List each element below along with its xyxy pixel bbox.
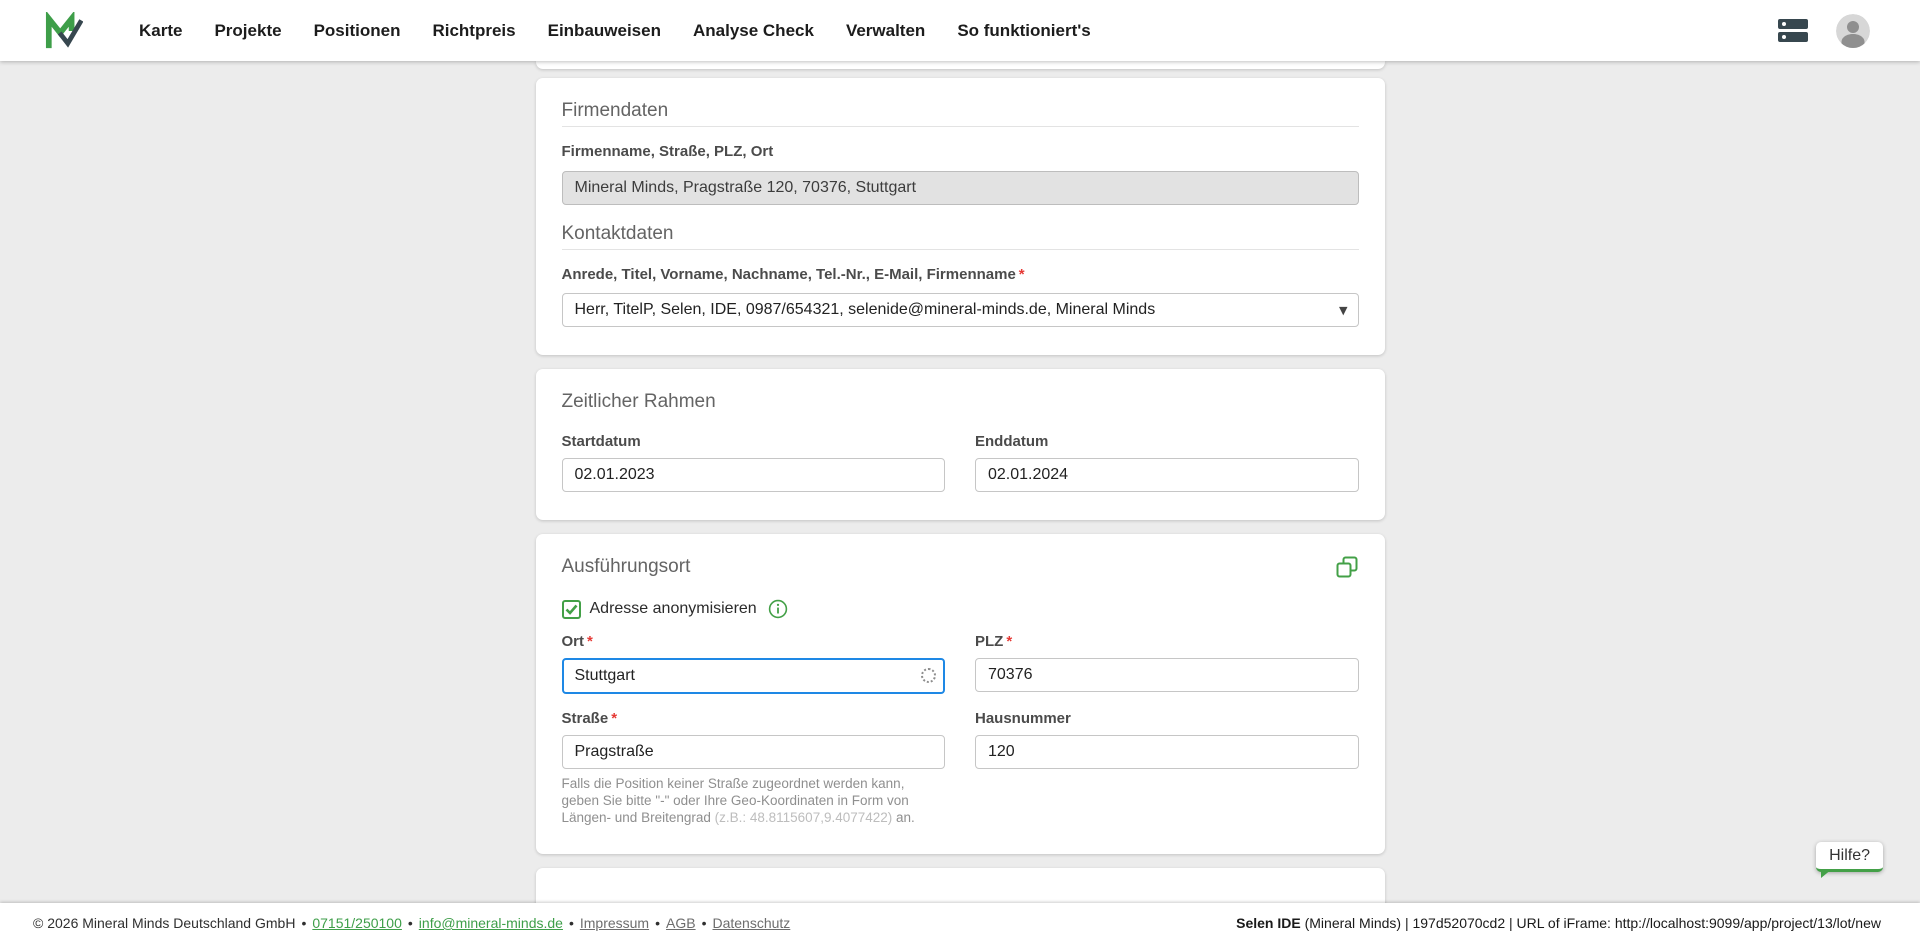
strasse-label-text: Straße xyxy=(561,710,609,727)
section-title-kontaktdaten: Kontaktdaten xyxy=(561,223,674,244)
ort-input-wrap xyxy=(561,658,945,694)
nav-item-verwalten[interactable]: Verwalten xyxy=(846,21,925,41)
contact-select[interactable]: Herr, TitelP, Selen, IDE, 0987/654321, s… xyxy=(561,293,1359,327)
footer-email-link[interactable]: info@mineral-minds.de xyxy=(419,915,563,931)
contact-field-label-text: Anrede, Titel, Vorname, Nachname, Tel.-N… xyxy=(561,266,1016,283)
footer-separator: • xyxy=(407,915,413,931)
footer-impressum-link[interactable]: Impressum xyxy=(580,915,649,931)
dates-grid: Startdatum Enddatum xyxy=(561,433,1359,492)
ausfuehrungsort-header: Ausführungsort xyxy=(562,556,1359,579)
brand-logo-icon[interactable] xyxy=(45,11,83,50)
nav-item-so-funktionierts[interactable]: So funktioniert's xyxy=(957,21,1090,41)
nav-right-actions xyxy=(1777,13,1870,48)
hausnummer-field: Hausnummer xyxy=(975,710,1359,826)
ort-label: Ort * xyxy=(562,633,946,651)
anonymize-label[interactable]: Adresse anonymisieren xyxy=(590,600,757,618)
plz-label: PLZ * xyxy=(975,633,1359,651)
ort-input[interactable] xyxy=(561,658,945,694)
strasse-hint-example: (z.B.: 48.8115607,9.4077422) xyxy=(714,810,893,825)
section-title-ausfuehrungsort: Ausführungsort xyxy=(561,556,691,577)
nav-menu: Karte Projekte Positionen Richtpreis Ein… xyxy=(139,21,1091,41)
company-field-label-text: Firmenname, Straße, PLZ, Ort xyxy=(561,143,774,160)
plz-field: PLZ * xyxy=(975,633,1359,694)
plz-label-text: PLZ xyxy=(975,633,1004,650)
anonymize-row: Adresse anonymisieren xyxy=(561,599,1359,619)
footer-separator: • xyxy=(701,915,707,931)
hausnummer-input[interactable] xyxy=(975,735,1359,769)
company-field-label: Firmenname, Straße, PLZ, Ort xyxy=(562,143,1359,161)
contact-field-label: Anrede, Titel, Vorname, Nachname, Tel.-N… xyxy=(562,266,1359,284)
footer-phone-link[interactable]: 07151/250100 xyxy=(312,915,402,931)
nav-item-richtpreis[interactable]: Richtpreis xyxy=(432,21,515,41)
anonymize-checkbox[interactable] xyxy=(561,599,581,619)
nav-item-positionen[interactable]: Positionen xyxy=(314,21,401,41)
section-title-zeitlicher-rahmen: Zeitlicher Rahmen xyxy=(561,391,716,412)
hausnummer-label: Hausnummer xyxy=(975,710,1071,727)
strasse-field: Straße* Falls die Position keiner Straße… xyxy=(561,710,946,826)
required-mark: * xyxy=(611,710,618,727)
nav-item-karte[interactable]: Karte xyxy=(139,21,182,41)
help-button[interactable]: Hilfe? xyxy=(1816,842,1883,878)
nav-item-analyse-check[interactable]: Analyse Check xyxy=(693,21,814,41)
strasse-hint: Falls die Position keiner Straße zugeord… xyxy=(562,775,946,826)
ort-field: Ort * xyxy=(561,633,946,694)
footer-separator: • xyxy=(301,915,307,931)
nav-item-einbauweisen[interactable]: Einbauweisen xyxy=(548,21,661,41)
plz-input[interactable] xyxy=(975,658,1359,692)
app-root: Karte Projekte Positionen Richtpreis Ein… xyxy=(0,0,1920,943)
footer: © 2026 Mineral Minds Deutschland GmbH • … xyxy=(0,903,1920,943)
card-zeitlicher-rahmen: Zeitlicher Rahmen Startdatum Enddatum xyxy=(535,369,1385,520)
footer-session-info: Selen IDE (Mineral Minds) | 197d52070cd2… xyxy=(1236,915,1881,931)
required-mark: * xyxy=(587,633,593,650)
footer-copyright: © 2026 Mineral Minds Deutschland GmbH xyxy=(33,915,296,931)
section-title-firmendaten: Firmendaten xyxy=(561,100,669,121)
spinner-icon xyxy=(921,668,936,683)
footer-datenschutz-link[interactable]: Datenschutz xyxy=(712,915,790,931)
address-grid: Ort* PLZ* xyxy=(561,633,1359,826)
required-mark: * xyxy=(1006,633,1013,650)
footer-left: © 2026 Mineral Minds Deutschland GmbH • … xyxy=(33,915,790,931)
ort-label-text: Ort xyxy=(561,633,585,650)
server-icon[interactable] xyxy=(1777,18,1809,44)
info-icon[interactable] xyxy=(768,599,788,619)
footer-separator: • xyxy=(568,915,574,931)
card-partial-bottom xyxy=(535,868,1385,903)
strasse-label: Straße * xyxy=(562,710,946,728)
startdatum-field: Startdatum xyxy=(561,433,945,492)
company-readonly-input xyxy=(561,171,1359,205)
divider xyxy=(561,249,1359,250)
chevron-down-icon: ▾ xyxy=(1338,300,1348,320)
main-content: Firmendaten Firmenname, Straße, PLZ, Ort… xyxy=(0,61,1920,903)
card-firmendaten: Firmendaten Firmenname, Straße, PLZ, Ort… xyxy=(535,78,1385,355)
footer-separator: • xyxy=(655,915,660,931)
card-ausfuehrungsort: Ausführungsort Adresse anonymisieren Ort… xyxy=(535,534,1385,854)
user-avatar[interactable] xyxy=(1836,13,1870,48)
strasse-hint-end: an. xyxy=(892,810,915,825)
divider xyxy=(561,126,1359,127)
footer-session-user: Selen IDE xyxy=(1236,915,1301,931)
form-stack: Firmendaten Firmenname, Straße, PLZ, Ort… xyxy=(535,61,1385,903)
help-button-label: Hilfe? xyxy=(1829,847,1870,864)
enddatum-label: Enddatum xyxy=(975,433,1049,450)
top-nav: Karte Projekte Positionen Richtpreis Ein… xyxy=(0,0,1920,61)
strasse-input[interactable] xyxy=(561,735,945,769)
enddatum-input[interactable] xyxy=(975,458,1359,492)
startdatum-label: Startdatum xyxy=(561,433,641,450)
startdatum-input[interactable] xyxy=(561,458,945,492)
contact-select-value: Herr, TitelP, Selen, IDE, 0987/654321, s… xyxy=(574,301,1156,318)
footer-agb-link[interactable]: AGB xyxy=(666,915,696,931)
footer-session-details: (Mineral Minds) | 197d52070cd2 | URL of … xyxy=(1300,915,1881,931)
copy-icon[interactable] xyxy=(1336,556,1359,579)
enddatum-field: Enddatum xyxy=(975,433,1359,492)
nav-item-projekte[interactable]: Projekte xyxy=(214,21,281,41)
required-mark: * xyxy=(1018,266,1025,283)
card-partial-top xyxy=(535,61,1385,69)
